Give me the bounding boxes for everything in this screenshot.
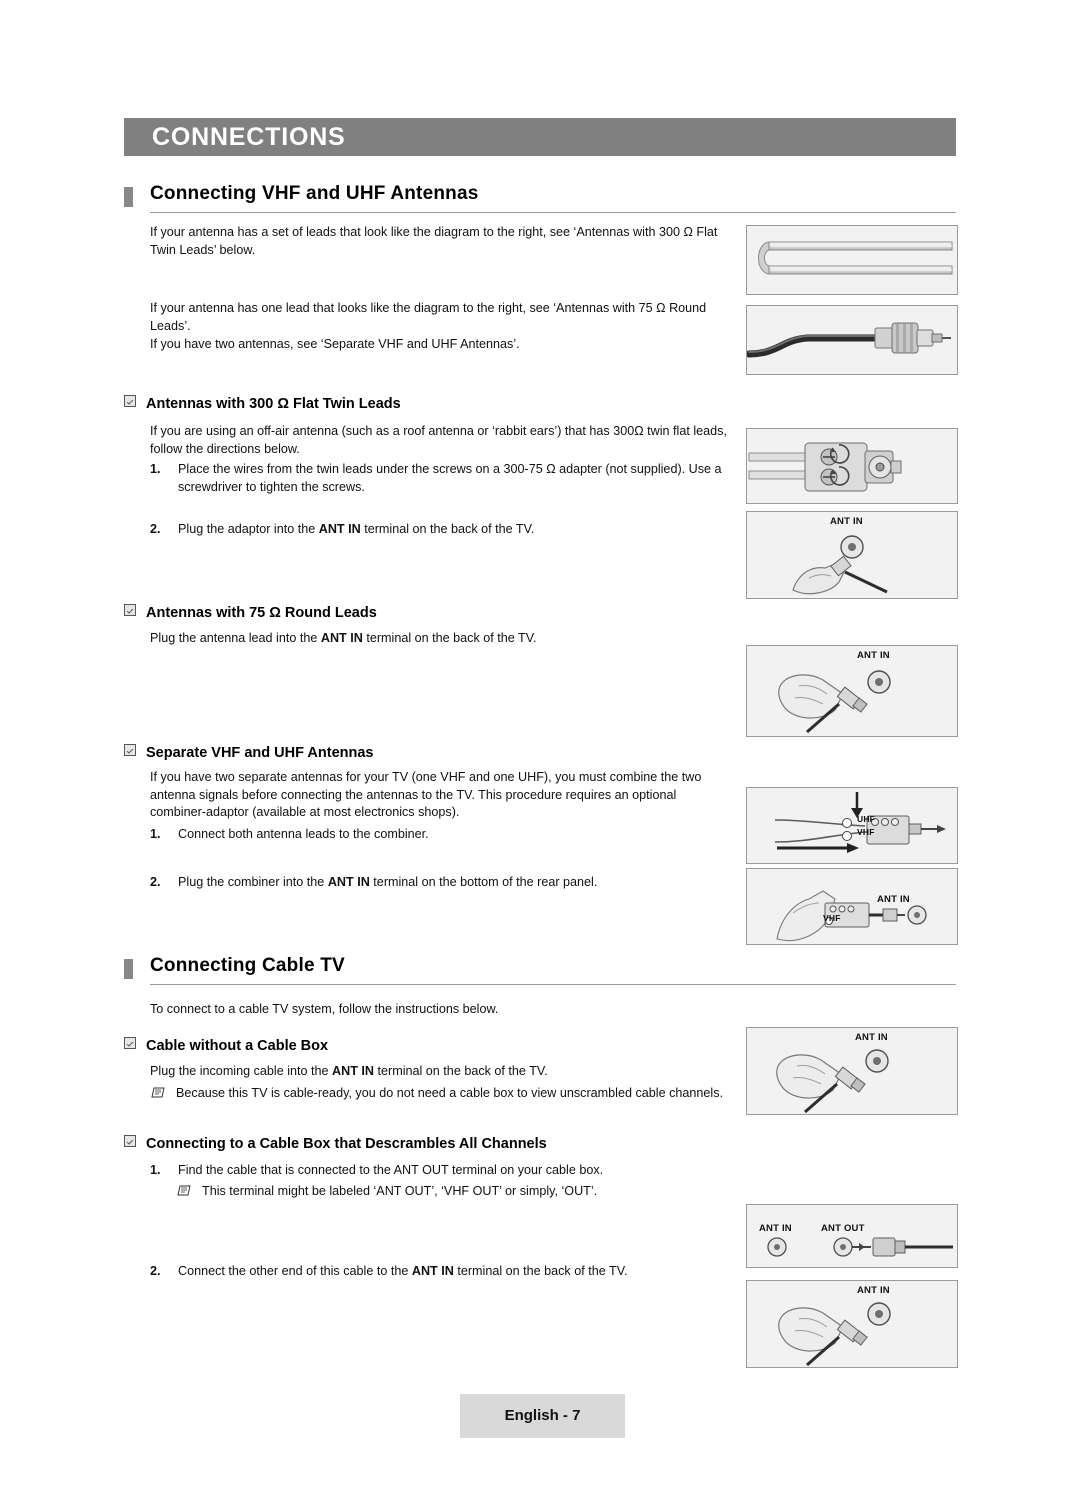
- subheading-round-leads: Antennas with 75 Ω Round Leads: [124, 604, 377, 621]
- document-page: CONNECTIONS Connecting VHF and UHF Anten…: [0, 0, 1080, 1488]
- step-text-pre: Plug the adaptor into the: [178, 522, 319, 536]
- figure-cable-box-ant-out: ANT IN ANT OUT: [746, 1204, 958, 1268]
- step-number: 1.: [150, 827, 161, 841]
- separate-step-1: 1. Connect both antenna leads to the com…: [150, 826, 730, 844]
- figure-label-ant-out: ANT OUT: [821, 1223, 865, 1234]
- separate-step-2: 2. Plug the combiner into the ANT IN ter…: [150, 874, 730, 892]
- figure-cable-box-to-tv: ANT IN: [746, 1280, 958, 1368]
- figure-cable-to-ant-in: ANT IN: [746, 1027, 958, 1115]
- figure-label-ant-in: ANT IN: [877, 894, 910, 905]
- figure-label-ant-in: ANT IN: [759, 1223, 792, 1234]
- note-text: Because this TV is cable-ready, you do n…: [176, 1086, 723, 1100]
- cable-box-step-2: 2. Connect the other end of this cable t…: [150, 1263, 750, 1281]
- step-text-bold: ANT IN: [318, 522, 361, 536]
- figure-combiner: UHF VHF: [746, 787, 958, 864]
- separate-intro: If you have two separate antennas for yo…: [150, 770, 702, 819]
- step-number: 1.: [150, 1163, 161, 1177]
- step-text: Connect the other end of this cable to t…: [178, 1263, 750, 1281]
- subheading-flat-twin-text: Antennas with 300 Ω Flat Twin Leads: [146, 396, 401, 412]
- step-text-post: terminal on the back of the TV.: [360, 522, 535, 536]
- body-post: terminal on the back of the TV.: [374, 1064, 548, 1078]
- figure-combiner-to-ant-in: VHF ANT IN: [746, 868, 958, 945]
- step-text: Find the cable that is connected to the …: [178, 1163, 604, 1177]
- subheading-flat-twin: Antennas with 300 Ω Flat Twin Leads: [124, 395, 401, 412]
- subheading-cable-box-descrambles: Connecting to a Cable Box that Descrambl…: [124, 1135, 547, 1152]
- round-leads-bold: ANT IN: [320, 631, 363, 645]
- body-pre: Plug the incoming cable into the: [150, 1064, 333, 1078]
- cable-without-box-body: Plug the incoming cable into the ANT IN …: [150, 1063, 750, 1081]
- figure-label-ant-in: ANT IN: [855, 1032, 888, 1043]
- round-leads-post: terminal on the back of the TV.: [362, 631, 537, 645]
- section-marker: [124, 187, 133, 207]
- step-number: 2.: [150, 1264, 161, 1278]
- subheading-cable-without-box-text: Cable without a Cable Box: [146, 1038, 329, 1054]
- cable-box-note: This terminal might be labeled ‘ANT OUT’…: [176, 1183, 756, 1201]
- flat-twin-step-2: 2. Plug the adaptor into the ANT IN term…: [150, 521, 740, 539]
- step-text-pre: Plug the combiner into the: [178, 875, 328, 889]
- step-text: Connect both antenna leads to the combin…: [178, 827, 429, 841]
- body-bold: ANT IN: [332, 1064, 375, 1078]
- round-leads-body: Plug the antenna lead into the ANT IN te…: [150, 630, 740, 648]
- section-heading-text: Connecting VHF and UHF Antennas: [150, 183, 479, 204]
- flat-twin-step-1: 1. Place the wires from the twin leads u…: [150, 461, 740, 496]
- chapter-title: CONNECTIONS: [152, 123, 346, 151]
- subheading-separate-antennas: Separate VHF and UHF Antennas: [124, 744, 374, 761]
- subheading-cable-box-text: Connecting to a Cable Box that Descrambl…: [146, 1136, 547, 1152]
- step-text: Plug the adaptor into the ANT IN termina…: [178, 521, 740, 539]
- cable-without-box-note: Because this TV is cable-ready, you do n…: [150, 1085, 730, 1103]
- section-rule: [150, 212, 956, 213]
- flat-twin-intro: If you are using an off-air antenna (suc…: [150, 424, 727, 456]
- step-number: 2.: [150, 875, 161, 889]
- figure-label-ant-in: ANT IN: [857, 650, 890, 661]
- page-number: English - 7: [504, 1407, 581, 1424]
- step-number: 2.: [150, 522, 161, 536]
- figure-flat-twin-lead: [746, 225, 958, 295]
- section-marker: [124, 959, 133, 979]
- note-icon: [176, 1184, 192, 1197]
- section-heading-text: Connecting Cable TV: [150, 955, 345, 976]
- figure-coax-to-ant-in: ANT IN: [746, 645, 958, 737]
- checkbox-icon: [124, 1135, 136, 1147]
- figure-adapter-to-ant-in: ANT IN: [746, 511, 958, 599]
- checkbox-icon: [124, 604, 136, 616]
- subheading-round-leads-text: Antennas with 75 Ω Round Leads: [146, 605, 377, 621]
- figure-label-vhf: VHF: [857, 827, 875, 837]
- figure-label-uhf: UHF: [857, 814, 876, 824]
- figure-label-vhf: VHF: [823, 913, 841, 923]
- step-text-bold: ANT IN: [327, 875, 370, 889]
- intro-paragraph-2: If your antenna has one lead that looks …: [150, 301, 707, 333]
- step-number: 1.: [150, 462, 161, 476]
- figure-round-lead: [746, 305, 958, 375]
- subheading-separate-text: Separate VHF and UHF Antennas: [146, 745, 374, 761]
- note-icon: [150, 1086, 166, 1099]
- step-text-pre: Connect the other end of this cable to t…: [178, 1264, 412, 1278]
- cable-box-step-1: 1. Find the cable that is connected to t…: [150, 1162, 750, 1180]
- figure-adapter-screws: [746, 428, 958, 504]
- step-text-post: terminal on the bottom of the rear panel…: [369, 875, 598, 889]
- step-text-post: terminal on the back of the TV.: [453, 1264, 628, 1278]
- section-rule: [150, 984, 956, 985]
- step-text: Plug the combiner into the ANT IN termin…: [178, 874, 730, 892]
- step-text-bold: ANT IN: [411, 1264, 454, 1278]
- intro-paragraph-3: If you have two antennas, see ‘Separate …: [150, 337, 520, 351]
- checkbox-icon: [124, 744, 136, 756]
- checkbox-icon: [124, 1037, 136, 1049]
- step-text: Place the wires from the twin leads unde…: [178, 462, 722, 494]
- cable-tv-intro: To connect to a cable TV system, follow …: [150, 1002, 499, 1016]
- round-leads-pre: Plug the antenna lead into the: [150, 631, 321, 645]
- figure-label-ant-in: ANT IN: [857, 1285, 890, 1296]
- subheading-cable-without-box: Cable without a Cable Box: [124, 1037, 329, 1054]
- intro-paragraph-1: If your antenna has a set of leads that …: [150, 225, 718, 257]
- checkbox-icon: [124, 395, 136, 407]
- figure-label-ant-in: ANT IN: [830, 516, 863, 527]
- note-text: This terminal might be labeled ‘ANT OUT’…: [202, 1184, 598, 1198]
